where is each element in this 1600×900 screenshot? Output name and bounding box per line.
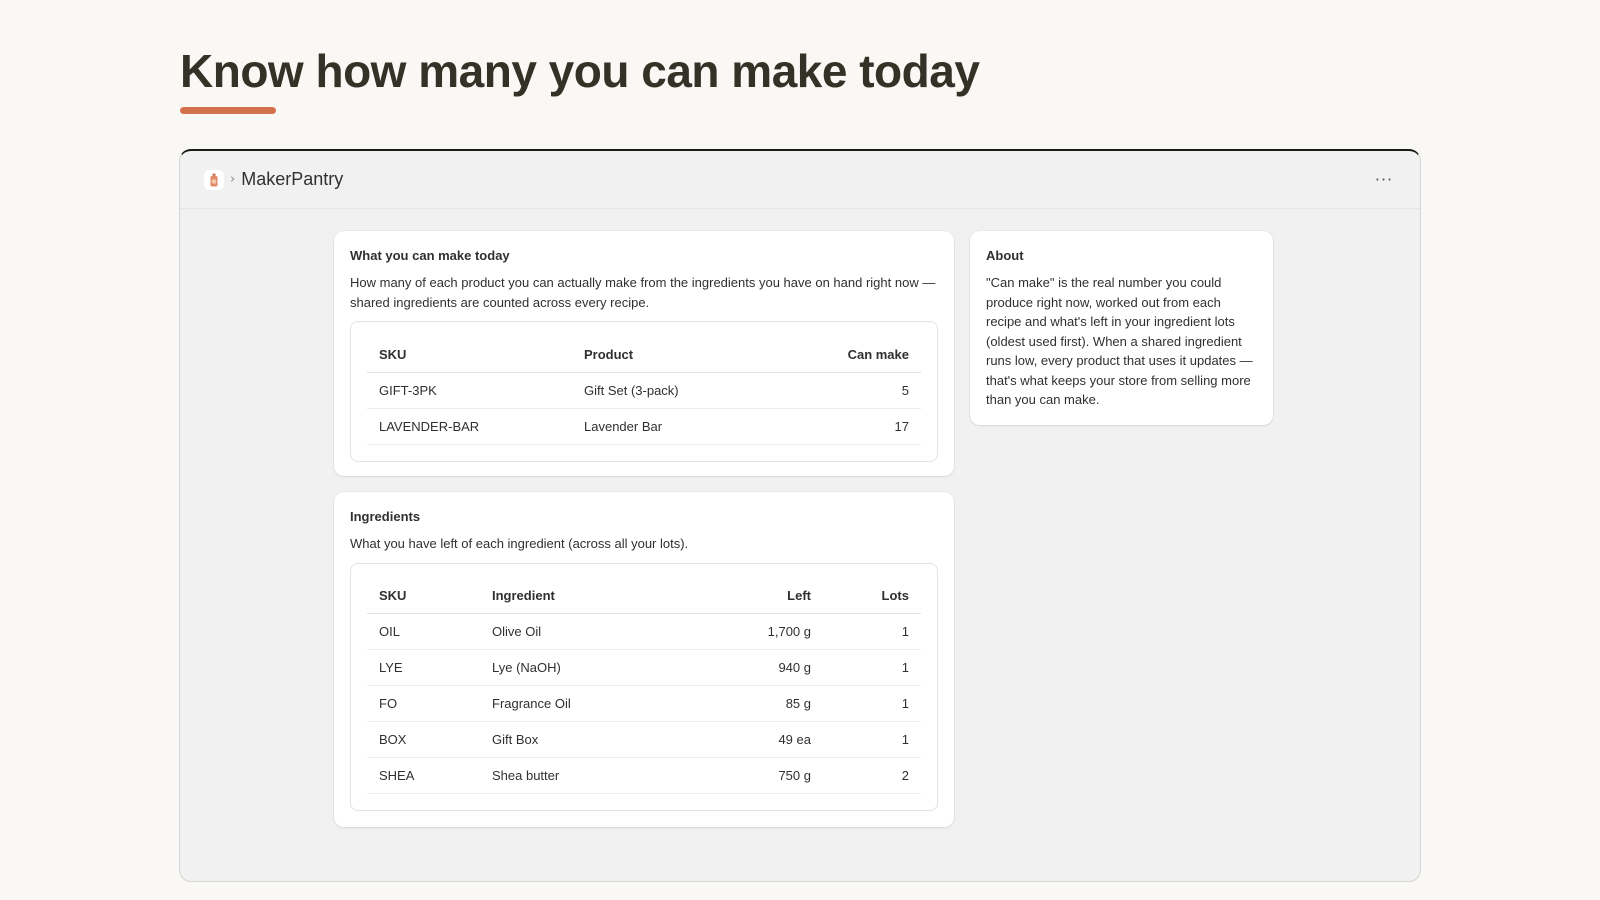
about-text: "Can make" is the real number you could … [986, 275, 1253, 407]
breadcrumb-separator: › [230, 172, 236, 187]
app-window: › MakerPantry ··· What you can make toda… [179, 149, 1421, 882]
can-make-table-container: SKU Product Can make GIFT-3PK Gift Set (… [350, 321, 938, 462]
about-title: About [986, 248, 1024, 263]
sku-cell: LAVENDER-BAR [367, 408, 572, 445]
app-title-bar: › MakerPantry ··· [180, 151, 1420, 209]
ingredient-cell: Lye (NaOH) [480, 649, 683, 686]
column-header-left[interactable]: Left [683, 578, 823, 614]
table-row[interactable]: LYE Lye (NaOH) 940 g 1 [367, 649, 921, 686]
lots-cell: 1 [823, 685, 921, 722]
column-header-product[interactable]: Product [572, 337, 775, 373]
can-make-cell: 17 [774, 408, 921, 445]
table-row[interactable]: SHEA Shea butter 750 g 2 [367, 757, 921, 794]
column-header-can-make[interactable]: Can make [774, 337, 921, 373]
column-header-ingredient[interactable]: Ingredient [480, 578, 683, 614]
left-cell: 1,700 g [683, 613, 823, 650]
left-cell: 49 ea [683, 721, 823, 758]
table-header-row: SKU Product Can make [367, 337, 921, 373]
soap-bottle-icon[interactable] [204, 169, 224, 190]
page-title: Know how many you can make today [180, 45, 980, 97]
sku-cell: LYE [367, 649, 480, 686]
lots-cell: 1 [823, 649, 921, 686]
ingredient-cell: Gift Box [480, 721, 683, 758]
about-card: About "Can make" is the real number you … [970, 231, 1273, 425]
table-row[interactable]: FO Fragrance Oil 85 g 1 [367, 685, 921, 722]
ingredient-cell: Shea butter [480, 757, 683, 794]
ingredients-card: Ingredients What you have left of each i… [334, 492, 954, 827]
can-make-card: What you can make today How many of each… [334, 231, 954, 476]
lots-cell: 1 [823, 721, 921, 758]
lots-cell: 2 [823, 757, 921, 794]
sku-cell: BOX [367, 721, 480, 758]
lots-cell: 1 [823, 613, 921, 650]
ingredients-title: Ingredients [350, 509, 421, 524]
column-header-sku[interactable]: SKU [367, 578, 480, 614]
ingredient-cell: Olive Oil [480, 613, 683, 650]
ingredients-description: What you have left of each ingredient (a… [350, 536, 689, 551]
ingredients-table-container: SKU Ingredient Left Lots OIL Olive Oil 1… [350, 562, 938, 811]
ingredient-cell: Fragrance Oil [480, 685, 683, 722]
more-horizontal-icon: ··· [1374, 170, 1394, 189]
table-row[interactable]: GIFT-3PK Gift Set (3-pack) 5 [367, 372, 921, 409]
can-make-cell: 5 [774, 372, 921, 409]
more-options-button[interactable]: ··· [1372, 170, 1396, 190]
sku-cell: OIL [367, 613, 480, 650]
app-name[interactable]: MakerPantry [241, 169, 343, 190]
can-make-description: How many of each product you can actuall… [350, 275, 936, 310]
left-cell: 85 g [683, 685, 823, 722]
table-row[interactable]: OIL Olive Oil 1,700 g 1 [367, 613, 921, 650]
left-cell: 940 g [683, 649, 823, 686]
column-header-lots[interactable]: Lots [823, 578, 921, 614]
ingredients-table: SKU Ingredient Left Lots OIL Olive Oil 1… [367, 578, 921, 794]
left-cell: 750 g [683, 757, 823, 794]
table-row[interactable]: LAVENDER-BAR Lavender Bar 17 [367, 408, 921, 445]
sku-cell: SHEA [367, 757, 480, 794]
table-row[interactable]: BOX Gift Box 49 ea 1 [367, 721, 921, 758]
can-make-title: What you can make today [350, 248, 510, 263]
sku-cell: FO [367, 685, 480, 722]
can-make-table: SKU Product Can make GIFT-3PK Gift Set (… [367, 337, 921, 445]
product-cell: Lavender Bar [572, 408, 775, 445]
product-cell: Gift Set (3-pack) [572, 372, 775, 409]
table-header-row: SKU Ingredient Left Lots [367, 578, 921, 614]
sku-cell: GIFT-3PK [367, 372, 572, 409]
column-header-sku[interactable]: SKU [367, 337, 572, 373]
title-underline [180, 107, 276, 114]
